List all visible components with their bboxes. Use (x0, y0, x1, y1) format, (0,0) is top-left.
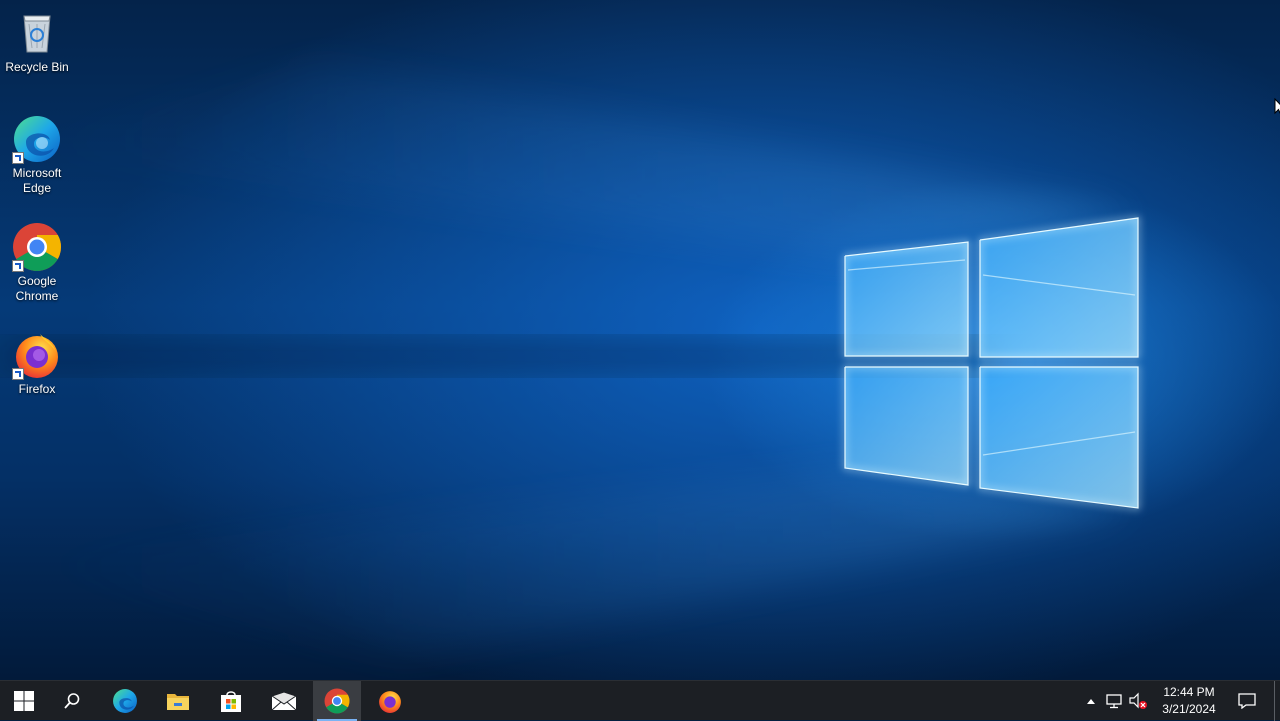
mail-icon (271, 691, 297, 711)
search-icon (64, 693, 80, 709)
chevron-up-icon (1087, 699, 1095, 704)
wallpaper (0, 60, 1139, 660)
edge-icon (113, 689, 137, 713)
show-hidden-icons-button[interactable] (1080, 681, 1102, 721)
desktop-icon-label: Microsoft Edge (12, 166, 62, 195)
network-button[interactable] (1102, 681, 1126, 721)
windows-start-icon (14, 691, 34, 711)
desktop-icon-label: Firefox (18, 382, 56, 396)
desktop-icon-firefox[interactable]: Firefox (1, 330, 73, 397)
edge-icon (12, 114, 62, 164)
taskbar-mail-button[interactable] (260, 681, 308, 721)
recycle-bin-icon (12, 8, 62, 58)
show-desktop-button[interactable] (1274, 681, 1280, 721)
desktop[interactable]: Recycle Bin Microsoft Edge Google Chrome… (0, 0, 1280, 680)
search-button[interactable] (48, 681, 96, 721)
taskbar-edge-button[interactable] (101, 681, 149, 721)
taskbar-chrome-button[interactable] (313, 681, 361, 721)
shortcut-arrow-icon (12, 152, 24, 164)
microsoft-store-icon (221, 691, 241, 712)
volume-muted-icon (1129, 692, 1147, 709)
shortcut-arrow-icon (12, 260, 24, 272)
desktop-icon-recycle-bin[interactable]: Recycle Bin (1, 8, 73, 75)
volume-button[interactable] (1126, 681, 1150, 721)
firefox-icon (12, 330, 62, 380)
clock-date: 3/21/2024 (1162, 702, 1216, 716)
chrome-icon (324, 688, 350, 714)
notification-icon (1238, 693, 1256, 709)
start-button[interactable] (0, 681, 48, 721)
chrome-icon (12, 222, 62, 272)
action-center-button[interactable] (1230, 681, 1264, 721)
taskbar-store-button[interactable] (207, 681, 255, 721)
taskbar-firefox-button[interactable] (366, 681, 414, 721)
desktop-icon-microsoft-edge[interactable]: Microsoft Edge (1, 114, 73, 196)
mouse-cursor-icon (1274, 98, 1280, 115)
clock[interactable]: 12:44 PM 3/21/2024 (1154, 684, 1224, 718)
taskbar-file-explorer-button[interactable] (154, 681, 202, 721)
file-explorer-icon (167, 694, 189, 710)
taskbar: 12:44 PM 3/21/2024 (0, 680, 1280, 721)
desktop-icon-google-chrome[interactable]: Google Chrome (1, 222, 73, 304)
firefox-icon (379, 691, 401, 713)
desktop-icon-label: Google Chrome (15, 274, 59, 303)
network-icon (1106, 694, 1122, 709)
desktop-icon-label: Recycle Bin (5, 60, 69, 74)
system-tray: 12:44 PM 3/21/2024 (1080, 681, 1280, 721)
clock-time: 12:44 PM (1163, 685, 1215, 699)
shortcut-arrow-icon (12, 368, 24, 380)
